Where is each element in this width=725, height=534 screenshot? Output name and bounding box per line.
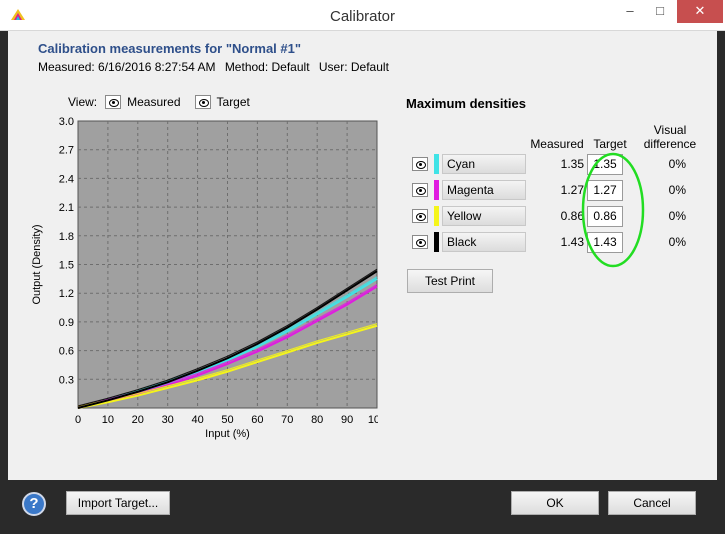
y-tick-label: 0.6 (59, 346, 74, 358)
col-target-header: Target (593, 137, 627, 151)
view-target-label: Target (216, 95, 250, 109)
x-axis-label: Input (%) (205, 428, 250, 440)
view-target-toggle[interactable]: Target (194, 95, 250, 109)
help-icon[interactable]: ? (22, 492, 46, 516)
eye-icon[interactable] (412, 157, 428, 171)
eye-icon[interactable] (412, 209, 428, 223)
eye-icon[interactable] (105, 95, 122, 109)
x-tick-label: 30 (162, 414, 174, 426)
yellow-color-swatch (434, 206, 439, 226)
x-tick-label: 90 (341, 414, 353, 426)
black-ink-button[interactable]: Black (442, 232, 526, 252)
eye-icon[interactable] (412, 183, 428, 197)
view-measured-label: Measured (127, 95, 181, 109)
density-row-black: Black 1.43 1.43 0% (412, 232, 712, 254)
density-row-cyan: Cyan 1.35 1.35 0% (412, 154, 712, 176)
ok-button[interactable]: OK (511, 491, 599, 515)
y-tick-label: 2.4 (59, 173, 74, 185)
y-tick-label: 1.2 (59, 288, 74, 300)
yellow-measured: 0.86 (560, 209, 584, 223)
close-button[interactable]: ✕ (677, 0, 723, 23)
y-axis-label: Output (Density) (31, 224, 43, 304)
col-visual-header: Visual (653, 123, 687, 137)
black-measured: 1.43 (560, 235, 584, 249)
yellow-visual-difference: 0% (668, 209, 686, 223)
cyan-ink-button[interactable]: Cyan (442, 154, 526, 174)
yellow-ink-button[interactable]: Yellow (442, 206, 526, 226)
density-row-yellow: Yellow 0.86 0.86 0% (412, 206, 712, 228)
black-visual-difference: 0% (668, 235, 686, 249)
y-tick-label: 0.9 (59, 317, 74, 329)
dialog-client-area: Calibration measurements for "Normal #1"… (8, 31, 717, 480)
y-tick-label: 0.3 (59, 374, 74, 386)
window-border-right (717, 31, 725, 534)
eye-icon[interactable] (194, 95, 211, 109)
cyan-color-swatch (434, 154, 439, 174)
x-tick-label: 50 (221, 414, 233, 426)
x-tick-label: 40 (191, 414, 203, 426)
cyan-target-input[interactable]: 1.35 (587, 154, 623, 175)
x-tick-label: 100 (368, 414, 378, 426)
measured-timestamp: Measured: 6/16/2016 8:27:54 AM (38, 60, 216, 74)
col-measured-header: Measured (530, 137, 584, 151)
cancel-button[interactable]: Cancel (608, 491, 696, 515)
x-tick-label: 70 (281, 414, 293, 426)
calibration-chart: 0 10 20 30 40 50 60 70 80 90 100 0.3 0.6 0.9 1.2 1.5 1.8… (28, 113, 386, 453)
black-color-swatch (434, 232, 439, 252)
view-toggle-bar: View: Measured Target (68, 95, 264, 109)
title-bar: Calibrator – □ ✕ (0, 0, 725, 31)
view-label: View: (68, 95, 98, 109)
user-label: User: Default (318, 60, 389, 74)
y-tick-label: 2.1 (59, 202, 74, 214)
magenta-target-input[interactable]: 1.27 (587, 180, 623, 201)
import-target-button[interactable]: Import Target... (66, 491, 170, 515)
x-tick-label: 10 (102, 414, 114, 426)
y-tick-label: 3.0 (59, 116, 74, 128)
window-border-bottom (0, 528, 725, 534)
x-tick-label: 80 (311, 414, 323, 426)
density-row-magenta: Magenta 1.27 1.27 0% (412, 180, 712, 202)
black-target-input[interactable]: 1.43 (587, 232, 623, 253)
method-label: Method: Default (224, 60, 310, 74)
magenta-ink-button[interactable]: Magenta (442, 180, 526, 200)
calibration-chart-svg: 0 10 20 30 40 50 60 70 80 90 100 0.3 0.6 0.9 1.2 1.5 1.8… (31, 116, 386, 440)
x-tick-label: 20 (132, 414, 144, 426)
view-measured-toggle[interactable]: Measured (105, 95, 181, 109)
measurements-title: Calibration measurements for "Normal #1" (38, 41, 302, 56)
y-tick-label: 1.5 (59, 260, 74, 272)
test-print-button[interactable]: Test Print (407, 269, 493, 293)
measurement-info: Measured: 6/16/2016 8:27:54 AM Method: D… (38, 60, 395, 74)
window-border-left (0, 31, 8, 534)
x-tick-label: 0 (75, 414, 81, 426)
x-tick-label: 60 (251, 414, 263, 426)
cyan-visual-difference: 0% (668, 157, 686, 171)
magenta-color-swatch (434, 180, 439, 200)
minimize-button[interactable]: – (615, 0, 645, 23)
magenta-visual-difference: 0% (668, 183, 686, 197)
y-tick-label: 1.8 (59, 231, 74, 243)
y-tick-label: 2.7 (59, 145, 74, 157)
eye-icon[interactable] (412, 235, 428, 249)
max-densities-title: Maximum densities (406, 96, 526, 111)
dialog-footer: ? Import Target... OK Cancel (8, 480, 717, 528)
cyan-measured: 1.35 (560, 157, 584, 171)
maximize-button[interactable]: □ (645, 0, 675, 23)
magenta-measured: 1.27 (560, 183, 584, 197)
col-difference-header: difference (643, 137, 697, 151)
yellow-target-input[interactable]: 0.86 (587, 206, 623, 227)
